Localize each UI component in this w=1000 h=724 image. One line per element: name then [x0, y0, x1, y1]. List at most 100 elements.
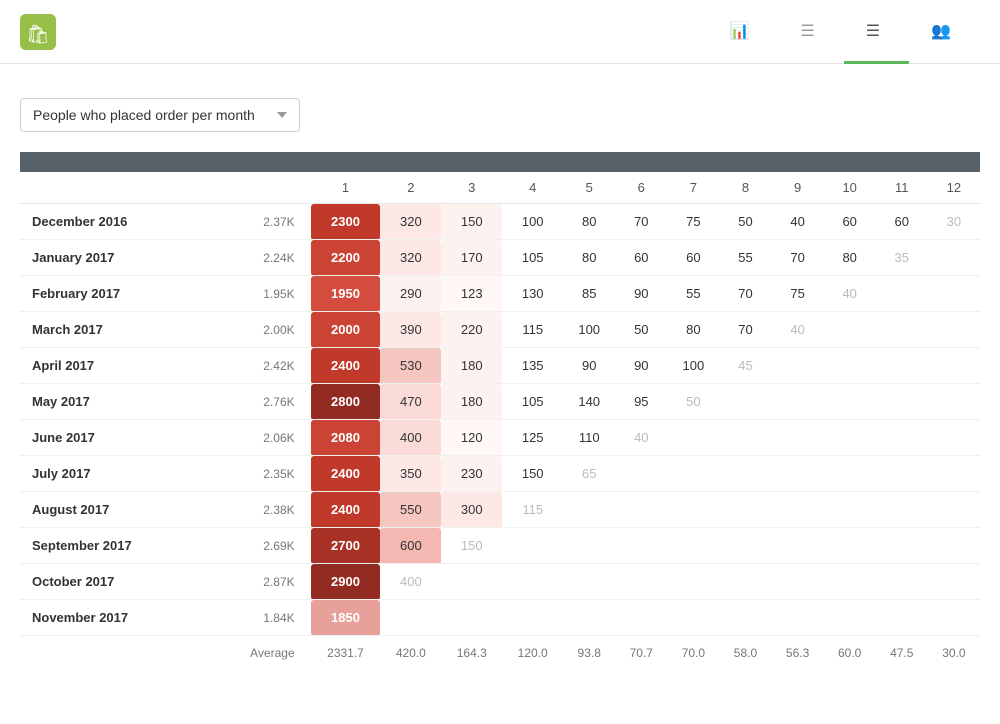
- cohort-cell: 2400: [311, 456, 381, 492]
- col-4-header: 4: [502, 172, 563, 204]
- cohort-cell: 70: [772, 240, 824, 276]
- people-header: [20, 152, 311, 172]
- row-period-label: November 2017: [20, 600, 220, 636]
- cohort-cell: 530: [380, 348, 441, 384]
- cohort-cell: 170: [441, 240, 502, 276]
- cohort-cell: [615, 600, 667, 636]
- row-period-label: September 2017: [20, 528, 220, 564]
- cohort-cell: [876, 312, 928, 348]
- tab-activity-feed[interactable]: ☰: [778, 1, 843, 64]
- cohort-cell: [876, 384, 928, 420]
- cohort-cell: 140: [563, 384, 615, 420]
- table-header-row-1: [20, 152, 980, 172]
- cohort-cell: 230: [441, 456, 502, 492]
- row-count-value: 2.76K: [220, 384, 311, 420]
- cohort-cell: [667, 492, 719, 528]
- cohort-cell: [615, 492, 667, 528]
- avg-value: 70.7: [615, 636, 667, 671]
- row-period-label: January 2017: [20, 240, 220, 276]
- cohort-cell: [502, 564, 563, 600]
- cohort-cell: 130: [502, 276, 563, 312]
- cohort-cell: [824, 600, 876, 636]
- cohort-cell: 115: [502, 492, 563, 528]
- cohort-cell: 2000: [311, 312, 381, 348]
- cohort-cell: 60: [824, 204, 876, 240]
- cohort-cell: 180: [441, 348, 502, 384]
- cohort-cell: [876, 564, 928, 600]
- avg-value: 120.0: [502, 636, 563, 671]
- avg-value: 164.3: [441, 636, 502, 671]
- row-count-value: 2.69K: [220, 528, 311, 564]
- cohort-cell: 115: [502, 312, 563, 348]
- cohort-cell: [772, 564, 824, 600]
- row-count-value: 1.84K: [220, 600, 311, 636]
- col-1-header: 1: [311, 172, 381, 204]
- col-7-header: 7: [667, 172, 719, 204]
- cohort-cell: [441, 600, 502, 636]
- cohort-cell: [772, 528, 824, 564]
- cohort-cell: [441, 564, 502, 600]
- main-content: People who placed order per month 1 2 3 …: [0, 64, 1000, 670]
- row-period-label: December 2016: [20, 204, 220, 240]
- tab-cohorts[interactable]: ☰: [844, 1, 909, 64]
- main-nav: 📊 ☰ ☰ 👥: [707, 0, 980, 63]
- cohort-cell: 2200: [311, 240, 381, 276]
- row-period-label: March 2017: [20, 312, 220, 348]
- cohort-cell: 600: [380, 528, 441, 564]
- cohort-cell: 55: [719, 240, 771, 276]
- cohort-cell: 100: [563, 312, 615, 348]
- col-6-header: 6: [615, 172, 667, 204]
- row-period-label: February 2017: [20, 276, 220, 312]
- metric-dropdown[interactable]: People who placed order per month: [20, 98, 300, 132]
- cohort-cell: 105: [502, 384, 563, 420]
- table-row: May 20172.76K28004701801051409550: [20, 384, 980, 420]
- row-count-value: 2.37K: [220, 204, 311, 240]
- row-count-value: 2.87K: [220, 564, 311, 600]
- cohort-cell: 40: [824, 276, 876, 312]
- table-row: July 20172.35K240035023015065: [20, 456, 980, 492]
- cohort-cell: [615, 528, 667, 564]
- tab-charts[interactable]: 📊: [707, 1, 778, 64]
- cohort-cell: [876, 348, 928, 384]
- metric-dropdown-wrapper: People who placed order per month: [20, 98, 980, 132]
- cohort-cell: 350: [380, 456, 441, 492]
- cohort-cell: 300: [441, 492, 502, 528]
- cohort-cell: [824, 384, 876, 420]
- cohort-cell: 60: [876, 204, 928, 240]
- table-row: October 20172.87K2900400: [20, 564, 980, 600]
- cohort-cell: [667, 564, 719, 600]
- cohort-cell: 50: [667, 384, 719, 420]
- cohort-cell: [772, 384, 824, 420]
- cohort-cell: [824, 564, 876, 600]
- cohort-cell: 80: [563, 204, 615, 240]
- cohort-cell: 550: [380, 492, 441, 528]
- cohort-cell: 50: [719, 204, 771, 240]
- cohort-cell: 1950: [311, 276, 381, 312]
- cohort-cell: [563, 492, 615, 528]
- tab-best-people[interactable]: 👥: [909, 1, 980, 64]
- cohort-cell: 60: [615, 240, 667, 276]
- cohort-cell: 70: [615, 204, 667, 240]
- logo-area: 🛍: [20, 14, 707, 50]
- cohort-cell: 100: [667, 348, 719, 384]
- cohort-cell: 400: [380, 420, 441, 456]
- row-count-value: 2.42K: [220, 348, 311, 384]
- cohort-cell: 50: [615, 312, 667, 348]
- cohort-cell: 120: [441, 420, 502, 456]
- cohort-cell: 40: [615, 420, 667, 456]
- cohort-cell: [667, 420, 719, 456]
- cohort-cell: 150: [441, 204, 502, 240]
- cohort-cell: 110: [563, 420, 615, 456]
- cohort-cell: 150: [441, 528, 502, 564]
- avg-value: 70.0: [667, 636, 719, 671]
- avg-label: Average: [220, 636, 311, 671]
- cohort-cell: 2400: [311, 348, 381, 384]
- cohort-cell: [928, 528, 980, 564]
- cohort-cell: [824, 456, 876, 492]
- table-row: November 20171.84K1850: [20, 600, 980, 636]
- cohort-cell: 60: [667, 240, 719, 276]
- avg-value: 2331.7: [311, 636, 381, 671]
- cohort-cell: [824, 420, 876, 456]
- cohort-cell: [824, 528, 876, 564]
- cohort-cell: [824, 312, 876, 348]
